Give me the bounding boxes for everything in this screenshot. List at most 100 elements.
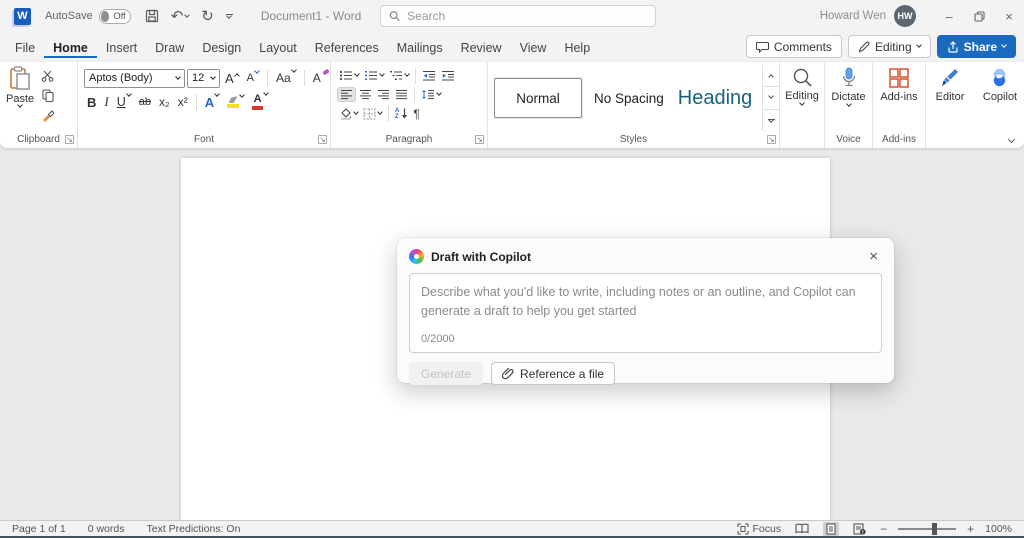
text-effects-button[interactable]: A: [202, 90, 222, 111]
autosave-toggle[interactable]: Off: [98, 8, 131, 24]
zoom-out-button[interactable]: −: [880, 523, 887, 535]
minimize-button[interactable]: –: [934, 0, 964, 32]
sort-arrow-icon: [402, 108, 408, 119]
reference-file-button[interactable]: Reference a file: [491, 362, 616, 385]
word-count[interactable]: 0 words: [88, 523, 125, 535]
focus-label: Focus: [752, 522, 782, 535]
highlight-button[interactable]: [224, 92, 247, 109]
increase-indent-button[interactable]: [439, 69, 457, 82]
editing-button[interactable]: Editing: [780, 62, 824, 106]
zoom-in-button[interactable]: +: [967, 523, 974, 535]
generate-label: Generate: [421, 366, 472, 381]
style-no-spacing[interactable]: No Spacing: [586, 91, 672, 106]
strikethrough-button[interactable]: ab: [136, 95, 154, 109]
styles-scroll-down-button[interactable]: [763, 87, 779, 110]
font-color-button[interactable]: A: [249, 90, 271, 111]
tab-draw[interactable]: Draw: [146, 36, 193, 59]
web-layout-button[interactable]: [850, 522, 869, 536]
bullets-button[interactable]: [337, 69, 361, 82]
format-painter-button[interactable]: [38, 107, 57, 124]
dialog-close-icon[interactable]: ×: [865, 247, 882, 266]
redo-button[interactable]: ↻: [201, 9, 214, 24]
clear-formatting-button[interactable]: A: [310, 68, 330, 86]
editing-mode-button[interactable]: Editing: [847, 35, 931, 58]
cut-button[interactable]: [38, 68, 57, 84]
word-app-icon[interactable]: W: [14, 7, 31, 25]
tab-file[interactable]: File: [6, 36, 44, 59]
borders-button[interactable]: [361, 107, 384, 121]
bullet-list-icon: [339, 70, 352, 81]
tab-references[interactable]: References: [306, 36, 388, 59]
font-family-select[interactable]: Aptos (Body): [84, 68, 185, 88]
show-hide-marks-button[interactable]: ¶: [411, 106, 421, 122]
copilot-button[interactable]: Copilot: [977, 62, 1023, 131]
decrease-indent-button[interactable]: [420, 69, 438, 82]
share-button[interactable]: Share: [936, 35, 1016, 58]
generate-button[interactable]: Generate: [409, 362, 484, 385]
undo-button[interactable]: ↶: [171, 9, 191, 24]
shading-button[interactable]: [337, 107, 360, 121]
underline-button[interactable]: U: [114, 91, 134, 110]
search-input[interactable]: [407, 9, 647, 23]
addins-button[interactable]: Add-ins: [873, 62, 925, 103]
restore-button[interactable]: [964, 0, 994, 32]
subscript-button[interactable]: x₂: [156, 94, 173, 110]
clipboard-dialog-launcher[interactable]: ↘: [65, 135, 74, 144]
bold-button[interactable]: B: [84, 94, 99, 111]
copy-button[interactable]: [39, 87, 57, 104]
align-right-button[interactable]: [375, 88, 392, 101]
zoom-slider-thumb[interactable]: [932, 522, 938, 535]
clipboard-group: Paste Clipboard ↘: [0, 62, 78, 148]
paragraph-dialog-launcher[interactable]: ↘: [475, 135, 484, 144]
shrink-font-button[interactable]: A: [244, 68, 262, 85]
copilot-label: Copilot: [982, 91, 1018, 103]
prompt-textarea[interactable]: [421, 283, 870, 323]
align-center-button[interactable]: [357, 88, 374, 101]
multilevel-list-button[interactable]: [387, 69, 411, 82]
page-indicator[interactable]: Page 1 of 1: [12, 523, 66, 535]
dictate-button[interactable]: Dictate: [825, 62, 872, 107]
sort-button[interactable]: AZ: [393, 107, 410, 121]
user-avatar[interactable]: HW: [894, 5, 916, 27]
tab-help[interactable]: Help: [555, 36, 599, 59]
style-heading[interactable]: Heading: [676, 87, 755, 110]
tab-insert[interactable]: Insert: [97, 36, 146, 59]
style-normal[interactable]: Normal: [494, 78, 582, 118]
italic-button[interactable]: I: [101, 93, 111, 111]
customize-quick-access-button[interactable]: [225, 13, 233, 19]
styles-scroll-up-button[interactable]: [763, 65, 779, 88]
change-case-button[interactable]: Aa: [273, 67, 299, 86]
zoom-level[interactable]: 100%: [985, 523, 1012, 535]
superscript-button[interactable]: x²: [175, 94, 191, 110]
styles-more-button[interactable]: [763, 110, 779, 131]
prompt-input-box[interactable]: 0/2000: [409, 273, 882, 353]
paste-button[interactable]: Paste: [6, 66, 34, 131]
user-name[interactable]: Howard Wen: [820, 10, 886, 22]
tab-mailings[interactable]: Mailings: [388, 36, 452, 59]
tab-design[interactable]: Design: [193, 36, 250, 59]
line-spacing-button[interactable]: [419, 88, 443, 101]
tab-review[interactable]: Review: [452, 36, 511, 59]
tab-home[interactable]: Home: [44, 36, 97, 59]
search-box[interactable]: [380, 5, 656, 27]
numbering-button[interactable]: [362, 69, 386, 82]
align-left-button[interactable]: [337, 87, 356, 102]
focus-mode-button[interactable]: Focus: [736, 522, 782, 535]
font-dialog-launcher[interactable]: ↘: [318, 135, 327, 144]
font-size-select[interactable]: 12: [187, 68, 220, 88]
read-mode-button[interactable]: [792, 522, 812, 535]
tab-layout[interactable]: Layout: [250, 36, 306, 59]
close-button[interactable]: ×: [994, 0, 1024, 32]
ai-tools-group: Editor Copilot: [926, 62, 1024, 148]
text-predictions-status[interactable]: Text Predictions: On: [146, 523, 240, 535]
autosave-control[interactable]: AutoSave Off: [45, 8, 131, 24]
print-layout-button[interactable]: [823, 521, 840, 536]
zoom-slider[interactable]: [898, 522, 957, 535]
save-button[interactable]: [145, 9, 159, 23]
grow-font-button[interactable]: A: [222, 70, 242, 87]
tab-view[interactable]: View: [511, 36, 556, 59]
styles-dialog-launcher[interactable]: ↘: [767, 135, 776, 144]
justify-button[interactable]: [393, 88, 410, 101]
comments-button[interactable]: Comments: [745, 35, 842, 58]
editor-button[interactable]: Editor: [927, 62, 973, 131]
